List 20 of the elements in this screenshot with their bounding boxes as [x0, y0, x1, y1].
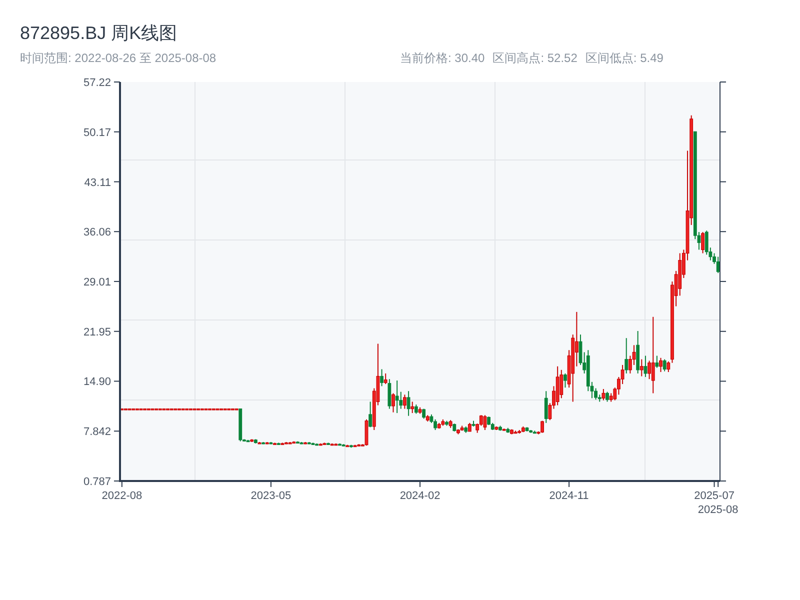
x-axis-label: 2025-07: [694, 490, 734, 502]
y-axis-label: 7.842: [83, 426, 111, 438]
y-axis-label: 21.95: [83, 326, 111, 338]
y-axis-label: 0.787: [83, 476, 111, 488]
time-range: 时间范围: 2022-08-26 至 2025-08-08: [20, 50, 218, 66]
y-axis-label: 36.06: [83, 226, 111, 239]
y-axis-label: 14.90: [83, 376, 111, 388]
price-stat: 当前价格: 30.40: [400, 50, 485, 66]
y-axis-label: 43.11: [84, 176, 111, 189]
y-axis-label: 50.17: [83, 126, 111, 139]
x-axis-label: 2024-11: [549, 490, 589, 502]
chart-title: 872895.BJ 周K线图: [20, 22, 178, 44]
price-stat: 区间高点: 52.52: [492, 50, 578, 66]
price-stat: 区间低点: 5.49: [585, 50, 664, 66]
y-axis-label: 57.22: [83, 77, 111, 89]
x-axis-label: 2025-08: [698, 504, 738, 516]
y-axis-label: 29.01: [83, 276, 111, 288]
x-axis-label: 2022-08: [102, 490, 142, 502]
x-axis-label: 2024-02: [400, 490, 440, 502]
x-axis-label: 2023-05: [250, 490, 292, 502]
